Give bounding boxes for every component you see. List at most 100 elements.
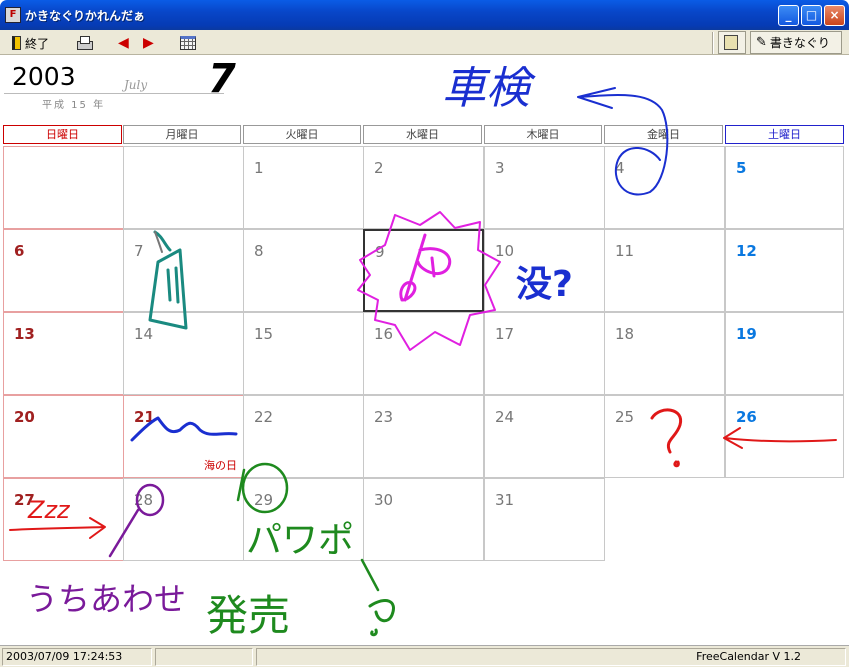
day-number: 9 [375, 243, 385, 261]
green-exclamation [368, 599, 395, 637]
day-cell-28[interactable]: 28 [123, 478, 244, 561]
year-label: 2003 [12, 62, 76, 91]
doodle-mode-button[interactable]: ✎ 書きなぐり [750, 31, 842, 54]
weekday-header-1: 月曜日 [123, 125, 241, 144]
exit-label: 終了 [25, 36, 50, 51]
month-name: July [124, 78, 148, 92]
day-cell-18[interactable]: 18 [604, 312, 725, 395]
day-cell-15[interactable]: 15 [243, 312, 364, 395]
status-datetime: 2003/07/09 17:24:53 [2, 648, 152, 666]
toolbar-separator [712, 32, 714, 54]
close-button[interactable]: × [824, 5, 845, 26]
weekday-header-3: 水曜日 [363, 125, 482, 144]
handwriting-shaken: 車検 [442, 63, 536, 114]
day-cell-4[interactable]: 4 [604, 146, 725, 229]
printer-icon [76, 36, 93, 50]
day-number: 4 [615, 159, 625, 177]
day-cell-17[interactable]: 17 [484, 312, 605, 395]
day-number: 25 [615, 408, 635, 426]
day-cell-14[interactable]: 14 [123, 312, 244, 395]
day-cell-30[interactable]: 30 [363, 478, 484, 561]
day-cell-22[interactable]: 22 [243, 395, 364, 478]
day-number: 12 [736, 242, 757, 260]
day-number: 15 [254, 325, 274, 343]
day-number: 18 [615, 325, 635, 343]
day-number: 24 [495, 408, 515, 426]
prev-month-button[interactable]: ◀ [118, 33, 129, 53]
day-number: 30 [374, 491, 394, 509]
day-cell-25[interactable]: 25 [604, 395, 725, 478]
title-bar[interactable]: F かきなぐりかれんだぁ _ □ × [0, 0, 849, 30]
day-cell-5[interactable]: 5 [725, 146, 844, 229]
day-cell-20[interactable]: 20 [3, 395, 124, 478]
status-bar: 2003/07/09 17:24:53 FreeCalendar V 1.2 [0, 645, 849, 667]
day-number: 20 [14, 408, 35, 426]
day-cell-6[interactable]: 6 [3, 229, 124, 312]
minimize-button[interactable]: _ [778, 5, 799, 26]
exit-button[interactable]: 終了 [12, 33, 49, 53]
day-cell-19[interactable]: 19 [725, 312, 844, 395]
day-number: 28 [134, 491, 154, 509]
pen-icon: ✎ [756, 35, 767, 50]
day-cell-31[interactable]: 31 [484, 478, 605, 561]
app-icon: F [5, 7, 21, 23]
weekday-header-6: 土曜日 [725, 125, 844, 144]
day-cell-26[interactable]: 26 [725, 395, 844, 478]
day-number: 22 [254, 408, 274, 426]
day-cell-12[interactable]: 12 [725, 229, 844, 312]
header-divider [4, 93, 224, 94]
day-number: 10 [495, 242, 515, 260]
day-cell-empty[interactable] [3, 146, 124, 229]
day-number: 21 [134, 408, 155, 426]
day-cell-7[interactable]: 7 [123, 229, 244, 312]
status-app-version: FreeCalendar V 1.2 [256, 648, 846, 666]
maximize-button[interactable]: □ [801, 5, 822, 26]
status-pane-empty-1 [155, 648, 253, 666]
day-cell-29[interactable]: 29 [243, 478, 364, 561]
day-cell-8[interactable]: 8 [243, 229, 364, 312]
day-cell-9[interactable]: 9 [363, 229, 484, 312]
handwriting-hatsubai: 発売 [206, 591, 290, 640]
day-number: 5 [736, 159, 747, 177]
arrow-right-icon: ▶ [143, 35, 154, 51]
holiday-label: 海の日 [204, 459, 237, 472]
day-number: 2 [374, 159, 384, 177]
weekday-header-5: 金曜日 [604, 125, 723, 144]
day-number: 1 [254, 159, 264, 177]
day-cell-13[interactable]: 13 [3, 312, 124, 395]
day-cell-3[interactable]: 3 [484, 146, 605, 229]
day-number: 31 [495, 491, 515, 509]
door-exit-icon [12, 36, 21, 50]
day-number: 13 [14, 325, 35, 343]
day-number: 17 [495, 325, 515, 343]
day-number: 29 [254, 491, 274, 509]
next-month-button[interactable]: ▶ [143, 33, 154, 53]
day-cell-24[interactable]: 24 [484, 395, 605, 478]
day-cell-21[interactable]: 21 海の日 [123, 395, 244, 478]
window-title: かきなぐりかれんだぁ [25, 9, 146, 23]
clipboard-icon [724, 35, 738, 50]
day-cell-16[interactable]: 16 [363, 312, 484, 395]
calendar-icon [180, 36, 196, 50]
settings-button[interactable] [718, 31, 746, 54]
day-number: 23 [374, 408, 394, 426]
day-number: 26 [736, 408, 757, 426]
day-cell-1[interactable]: 1 [243, 146, 364, 229]
day-cell-10[interactable]: 10 [484, 229, 605, 312]
day-number: 6 [14, 242, 25, 260]
weekday-header-2: 火曜日 [243, 125, 361, 144]
calendar-button[interactable] [180, 33, 196, 53]
toolbar: 終了 ◀ ▶ ✎ 書きなぐり [0, 30, 849, 55]
era-label: 平成 15 年 [42, 100, 106, 111]
day-cell-empty[interactable] [123, 146, 244, 229]
arrow-left-icon: ◀ [118, 35, 129, 51]
weekday-header-4: 木曜日 [484, 125, 602, 144]
day-cell-27[interactable]: 27 [3, 478, 124, 561]
day-number: 8 [254, 242, 264, 260]
day-cell-11[interactable]: 11 [604, 229, 725, 312]
day-cell-23[interactable]: 23 [363, 395, 484, 478]
day-number: 16 [374, 325, 394, 343]
day-cell-2[interactable]: 2 [363, 146, 484, 229]
print-button[interactable] [76, 33, 93, 53]
day-number: 7 [134, 242, 144, 260]
